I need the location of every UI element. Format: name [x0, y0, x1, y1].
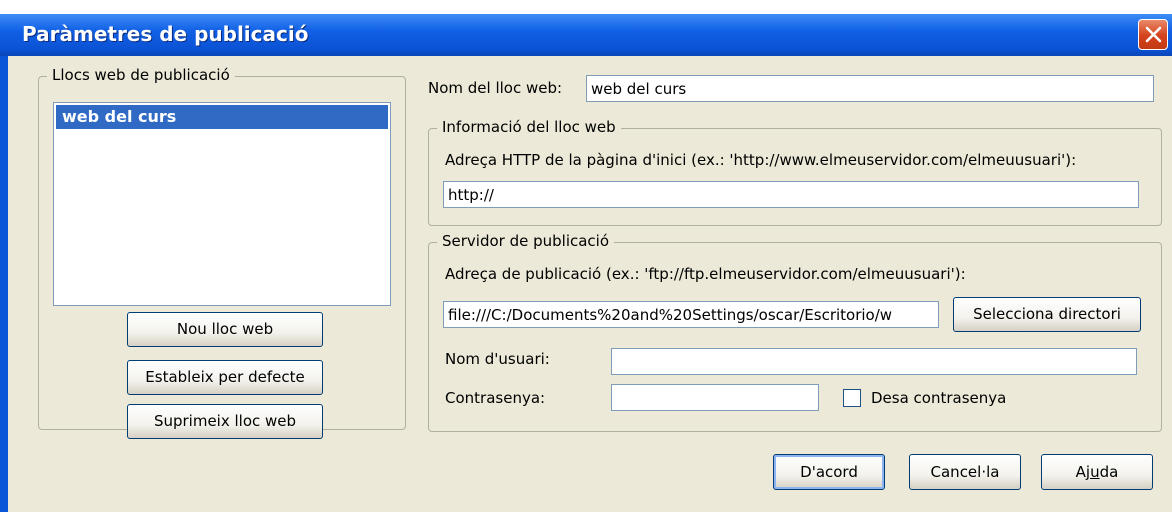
dialog-window: Paràmetres de publicació Llocs web de pu… — [0, 0, 1172, 512]
server-group-legend: Servidor de publicació — [437, 232, 615, 250]
select-directory-button[interactable]: Selecciona directori — [953, 297, 1141, 332]
close-button[interactable] — [1138, 19, 1168, 50]
username-label: Nom d'usuari: — [445, 350, 550, 368]
help-label-pre: Aj — [1075, 462, 1091, 481]
http-address-label: Adreça HTTP de la pàgina d'inici (ex.: '… — [445, 151, 1077, 169]
delete-site-button[interactable]: Suprimeix lloc web — [127, 404, 323, 439]
http-address-input[interactable]: http:// — [443, 181, 1139, 208]
username-input[interactable] — [611, 348, 1137, 375]
close-icon — [1145, 26, 1162, 43]
set-default-button[interactable]: Estableix per defecte — [127, 360, 323, 395]
sites-group-legend: Llocs web de publicació — [47, 66, 235, 84]
password-input[interactable] — [611, 384, 819, 411]
server-group: Servidor de publicació Adreça de publica… — [428, 232, 1162, 432]
site-info-legend: Informació del lloc web — [437, 118, 621, 136]
list-item[interactable]: web del curs — [56, 105, 388, 129]
save-password-label[interactable]: Desa contrasenya — [871, 389, 1006, 407]
help-label-accel: u — [1090, 462, 1100, 481]
sites-group: Llocs web de publicació web del curs Nou… — [38, 66, 406, 439]
publish-address-input[interactable]: file:///C:/Documents%20and%20Settings/os… — [443, 301, 939, 328]
help-label-post: da — [1099, 462, 1119, 481]
help-button[interactable]: Ajuda — [1041, 454, 1153, 490]
window-title: Paràmetres de publicació — [22, 22, 309, 46]
sites-list[interactable]: web del curs — [53, 102, 391, 306]
site-info-group: Informació del lloc web Adreça HTTP de l… — [428, 118, 1162, 226]
publish-address-label: Adreça de publicació (ex.: 'ftp://ftp.el… — [445, 265, 966, 283]
background-strip — [0, 0, 1172, 14]
cancel-button[interactable]: Cancel·la — [909, 454, 1021, 490]
password-label: Contrasenya: — [445, 389, 546, 407]
save-password-checkbox[interactable] — [843, 389, 861, 407]
ok-button[interactable]: D'acord — [773, 454, 885, 490]
site-name-input[interactable]: web del curs — [586, 75, 1154, 102]
site-name-label: Nom del lloc web: — [428, 79, 563, 97]
dialog-client-area: Llocs web de publicació web del curs Nou… — [8, 56, 1172, 512]
new-site-button[interactable]: Nou lloc web — [127, 312, 323, 347]
